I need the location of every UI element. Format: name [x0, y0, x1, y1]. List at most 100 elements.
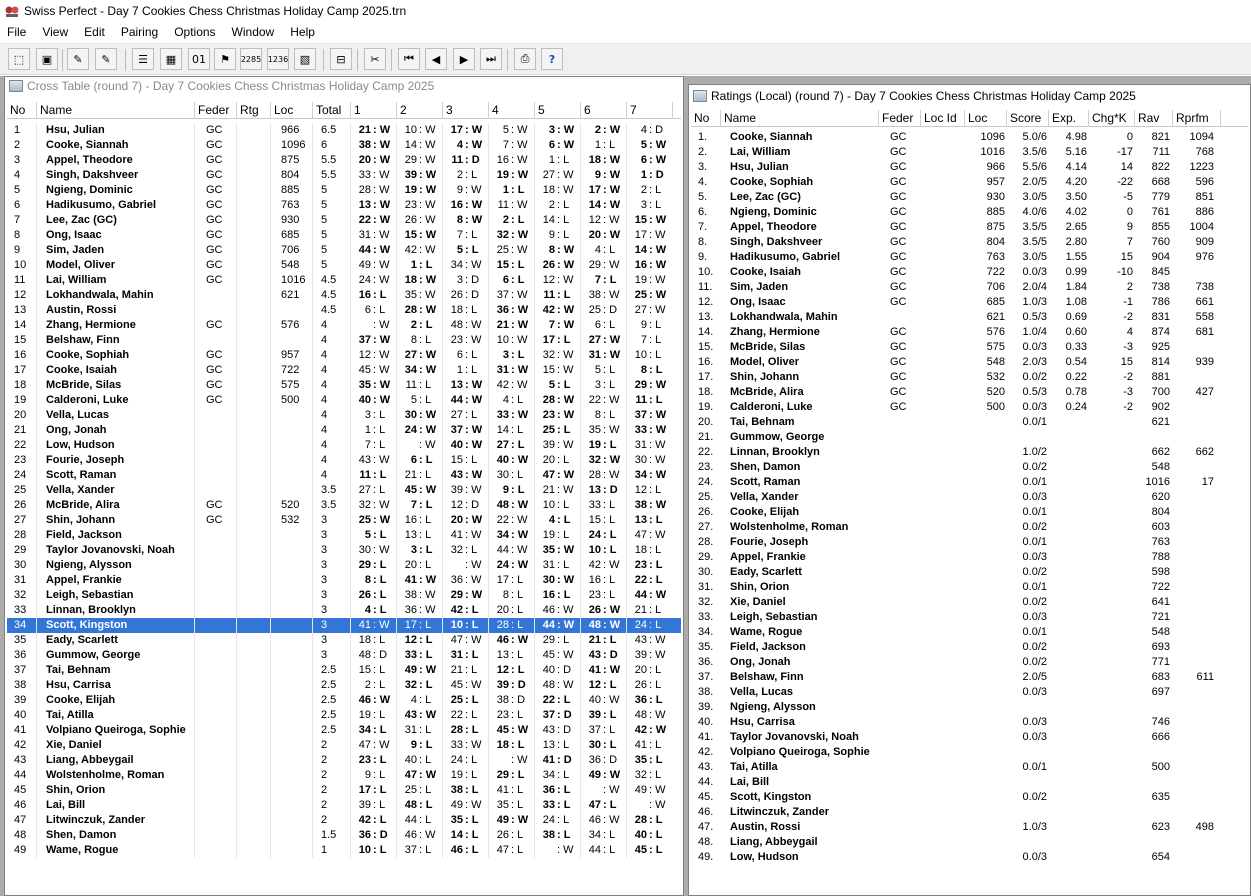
- table-row[interactable]: 20. Tai, Behnam 0.0/1 621: [691, 415, 1248, 430]
- table-row[interactable]: 28. Fourie, Joseph 0.0/1 763: [691, 535, 1248, 550]
- menu-file[interactable]: File: [0, 22, 34, 42]
- table-row[interactable]: 25. Vella, Xander 0.0/3 620: [691, 490, 1248, 505]
- table-row[interactable]: 31. Shin, Orion 0.0/1 722: [691, 580, 1248, 595]
- table-row[interactable]: 22. Linnan, Brooklyn 1.0/2 662 662: [691, 445, 1248, 460]
- cross-table-window[interactable]: Cross Table (round 7) - Day 7 Cookies Ch…: [4, 76, 684, 896]
- table-row[interactable]: 26. Cooke, Elijah 0.0/1 804: [691, 505, 1248, 520]
- table-row[interactable]: 7. Appel, Theodore GC 875 3.5/5 2.65 9 855 1004: [691, 220, 1248, 235]
- table-row[interactable]: 41. Taylor Jovanovski, Noah 0.0/3 666: [691, 730, 1248, 745]
- column-header-1[interactable]: 1: [351, 102, 397, 119]
- table-row[interactable]: 17. Shin, Johann GC 532 0.0/2 0.22 -2 881: [691, 370, 1248, 385]
- table-row[interactable]: 24. Scott, Raman 0.0/1 1016 17: [691, 475, 1248, 490]
- column-header-feder[interactable]: Feder: [195, 102, 237, 119]
- open-tournament-icon[interactable]: ▣: [36, 48, 58, 70]
- table-view-icon[interactable]: ⊟: [330, 48, 352, 70]
- menu-window[interactable]: Window: [224, 22, 283, 42]
- player-list-icon[interactable]: ☰: [132, 48, 154, 70]
- table-row[interactable]: 48. Liang, Abbeygail: [691, 835, 1248, 850]
- column-header-score[interactable]: Score: [1007, 110, 1049, 127]
- column-header-rprfm[interactable]: Rprfm: [1173, 110, 1221, 127]
- table-row[interactable]: 2. Lai, William GC 1016 3.5/6 5.16 -17 711 768: [691, 145, 1248, 160]
- table-row[interactable]: 5. Lee, Zac (GC) GC 930 3.0/5 3.50 -5 779 851: [691, 190, 1248, 205]
- table-row[interactable]: 38. Vella, Lucas 0.0/3 697: [691, 685, 1248, 700]
- column-header-chg-k[interactable]: Chg*K: [1089, 110, 1135, 127]
- table-row[interactable]: 10. Cooke, Isaiah GC 722 0.0/3 0.99 -10 845: [691, 265, 1248, 280]
- table-row[interactable]: 33. Leigh, Sebastian 0.0/3 721: [691, 610, 1248, 625]
- column-header-rtg[interactable]: Rtg: [237, 102, 271, 119]
- table-row[interactable]: 4. Cooke, Sophiah GC 957 2.0/5 4.20 -22 668 596: [691, 175, 1248, 190]
- column-header-no[interactable]: No: [7, 102, 37, 119]
- table-row[interactable]: 43. Tai, Atilla 0.0/1 500: [691, 760, 1248, 775]
- cross-table-icon[interactable]: ▦: [160, 48, 182, 70]
- table-row[interactable]: 32. Xie, Daniel 0.0/2 641: [691, 595, 1248, 610]
- menu-view[interactable]: View: [34, 22, 76, 42]
- table-row[interactable]: 34. Wame, Rogue 0.0/1 548: [691, 625, 1248, 640]
- table-row[interactable]: 47. Austin, Rossi 1.0/3 623 498: [691, 820, 1248, 835]
- table-row[interactable]: 27. Wolstenholme, Roman 0.0/2 603: [691, 520, 1248, 535]
- column-header-total[interactable]: Total: [313, 102, 351, 119]
- table-row[interactable]: 35. Field, Jackson 0.0/2 693: [691, 640, 1248, 655]
- next-round-icon[interactable]: ▶: [453, 48, 475, 70]
- table-row[interactable]: 36. Ong, Jonah 0.0/2 771: [691, 655, 1248, 670]
- table-row[interactable]: 18. McBride, Alira GC 520 0.5/3 0.78 -3 700 427: [691, 385, 1248, 400]
- scoreboard-icon[interactable]: ▧: [294, 48, 316, 70]
- column-header-3[interactable]: 3: [443, 102, 489, 119]
- column-header-exp-[interactable]: Exp.: [1049, 110, 1089, 127]
- table-row[interactable]: 13. Lokhandwala, Mahin 621 0.5/3 0.69 -2 831 55…: [691, 310, 1248, 325]
- ratings-window[interactable]: Ratings (Local) (round 7) - Day 7 Cookie…: [688, 84, 1251, 896]
- table-row[interactable]: 29. Appel, Frankie 0.0/3 788: [691, 550, 1248, 565]
- table-row[interactable]: 3. Hsu, Julian GC 966 5.5/6 4.14 14 822 1223: [691, 160, 1248, 175]
- table-row[interactable]: 12. Ong, Isaac GC 685 1.0/3 1.08 -1 786 661: [691, 295, 1248, 310]
- table-row[interactable]: 15. McBride, Silas GC 575 0.0/3 0.33 -3 925: [691, 340, 1248, 355]
- first-round-icon[interactable]: ⏮: [398, 48, 420, 70]
- table-row[interactable]: 30. Eady, Scarlett 0.0/2 598: [691, 565, 1248, 580]
- column-header-rav[interactable]: Rav: [1135, 110, 1173, 127]
- column-header-loc-id[interactable]: Loc Id: [921, 110, 965, 127]
- menu-help[interactable]: Help: [282, 22, 323, 42]
- column-header-no[interactable]: No: [691, 110, 721, 127]
- table-row[interactable]: 39. Ngieng, Alysson: [691, 700, 1248, 715]
- table-row[interactable]: 40. Hsu, Carrisa 0.0/3 746: [691, 715, 1248, 730]
- help-icon[interactable]: ?: [541, 48, 563, 70]
- column-header-4[interactable]: 4: [489, 102, 535, 119]
- column-header-name[interactable]: Name: [721, 110, 879, 127]
- ratings-titlebar[interactable]: Ratings (Local) (round 7) - Day 7 Cookie…: [689, 87, 1250, 105]
- table-row[interactable]: 11. Sim, Jaden GC 706 2.0/4 1.84 2 738 738: [691, 280, 1248, 295]
- column-header-7[interactable]: 7: [627, 102, 673, 119]
- delete-player-icon[interactable]: ✎: [95, 48, 117, 70]
- table-row[interactable]: 46. Litwinczuk, Zander: [691, 805, 1248, 820]
- table-row[interactable]: 16. Model, Oliver GC 548 2.0/3 0.54 15 814 939: [691, 355, 1248, 370]
- table-row[interactable]: 8. Singh, Dakshveer GC 804 3.5/5 2.80 7 760 909: [691, 235, 1248, 250]
- column-header-name[interactable]: Name: [37, 102, 195, 119]
- menu-pairing[interactable]: Pairing: [113, 22, 166, 42]
- table-row[interactable]: 14. Zhang, Hermione GC 576 1.0/4 0.60 4 874 681: [691, 325, 1248, 340]
- table-row[interactable]: 21. Gummow, George: [691, 430, 1248, 445]
- print-icon[interactable]: ⎙: [514, 48, 536, 70]
- column-header-loc[interactable]: Loc: [965, 110, 1007, 127]
- table-row[interactable]: 42. Volpiano Queiroga, Sophie: [691, 745, 1248, 760]
- column-header-feder[interactable]: Feder: [879, 110, 921, 127]
- table-row[interactable]: 23. Shen, Damon 0.0/2 548: [691, 460, 1248, 475]
- menu-options[interactable]: Options: [166, 22, 223, 42]
- pairings-icon[interactable]: ⚑: [214, 48, 236, 70]
- table-row[interactable]: 19. Calderoni, Luke GC 500 0.0/3 0.24 -2 902: [691, 400, 1248, 415]
- ratings-icon[interactable]: 2285: [240, 48, 262, 70]
- rating-calc-icon[interactable]: 1236: [267, 48, 289, 70]
- table-row[interactable]: 1. Cooke, Siannah GC 1096 5.0/6 4.98 0 821 1094: [691, 130, 1248, 145]
- table-row[interactable]: 9. Hadikusumo, Gabriel GC 763 3.0/5 1.55 15 904…: [691, 250, 1248, 265]
- edit-player-icon[interactable]: ✎: [67, 48, 89, 70]
- column-header-2[interactable]: 2: [397, 102, 443, 119]
- last-round-icon[interactable]: ⏭: [480, 48, 502, 70]
- numbers-icon[interactable]: 01: [188, 48, 210, 70]
- table-row[interactable]: 6. Ngieng, Dominic GC 885 4.0/6 4.02 0 761 886: [691, 205, 1248, 220]
- table-row[interactable]: 49. Low, Hudson 0.0/3 654: [691, 850, 1248, 865]
- table-row[interactable]: 44. Lai, Bill: [691, 775, 1248, 790]
- previous-round-icon[interactable]: ◀: [425, 48, 447, 70]
- table-row[interactable]: 45. Scott, Kingston 0.0/2 635: [691, 790, 1248, 805]
- column-header-5[interactable]: 5: [535, 102, 581, 119]
- cut-icon[interactable]: ✂: [364, 48, 386, 70]
- column-header-6[interactable]: 6: [581, 102, 627, 119]
- column-header-loc[interactable]: Loc: [271, 102, 313, 119]
- new-tournament-icon[interactable]: ⬚: [8, 48, 30, 70]
- table-row[interactable]: 37. Belshaw, Finn 2.0/5 683 611: [691, 670, 1248, 685]
